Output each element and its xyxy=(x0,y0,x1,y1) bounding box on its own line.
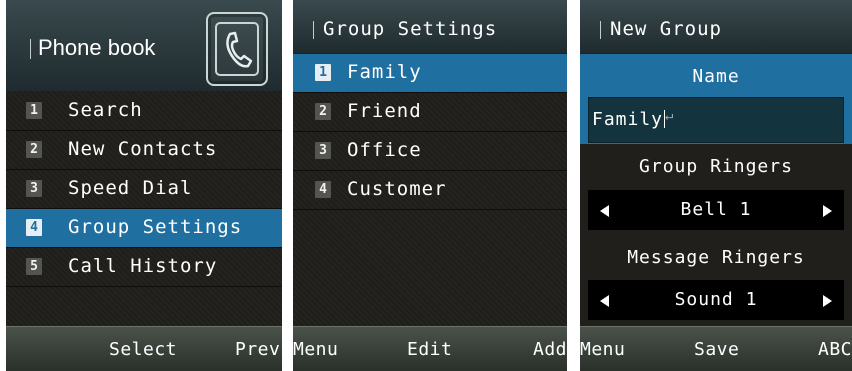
abc-softkey[interactable]: ABC xyxy=(818,339,852,360)
item-number: 4 xyxy=(315,181,331,198)
add-softkey[interactable]: Add xyxy=(533,339,567,360)
new-group-header: New Group xyxy=(580,0,852,53)
item-label: Family xyxy=(347,61,422,83)
edit-softkey[interactable]: Edit xyxy=(407,339,452,360)
menu-softkey[interactable]: Menu xyxy=(580,339,625,360)
menu-item-search[interactable]: 1 Search xyxy=(6,92,282,131)
group-ringer-value: Bell 1 xyxy=(680,199,752,220)
item-label: Friend xyxy=(347,100,422,122)
phone-contact-icon xyxy=(206,12,268,86)
softkey-bar: Select Prev xyxy=(6,326,282,371)
empty-row xyxy=(6,287,282,325)
item-label: Call History xyxy=(68,255,218,277)
item-label: Speed Dial xyxy=(68,177,193,199)
item-number: 1 xyxy=(26,102,42,119)
message-ringers-label: Message Ringers xyxy=(627,247,805,268)
select-softkey[interactable]: Select xyxy=(109,339,177,360)
item-number: 3 xyxy=(26,180,42,197)
group-ringer-selector[interactable]: Bell 1 xyxy=(588,190,844,230)
item-number: 2 xyxy=(315,103,331,120)
prev-softkey[interactable]: Prev xyxy=(235,339,280,360)
item-number: 3 xyxy=(315,142,331,159)
group-item-friend[interactable]: 2 Friend xyxy=(293,93,567,132)
group-settings-title: Group Settings xyxy=(312,18,498,40)
name-input[interactable]: Family ↵ xyxy=(588,97,844,143)
phonebook-title: Phone book xyxy=(29,35,156,60)
name-value: Family xyxy=(592,109,666,130)
group-settings-screen: Group Settings 1 Family 2 Friend 3 Offic… xyxy=(293,0,567,371)
menu-item-group-settings[interactable]: 4 Group Settings xyxy=(6,209,282,248)
item-label: Office xyxy=(347,139,422,161)
menu-softkey[interactable]: Menu xyxy=(293,339,338,360)
item-label: Group Settings xyxy=(68,216,243,238)
name-label: Name xyxy=(692,66,740,87)
item-number: 4 xyxy=(26,219,42,236)
item-number: 1 xyxy=(315,64,331,81)
group-ringers-label: Group Ringers xyxy=(639,156,793,177)
softkey-bar: Menu Edit Add xyxy=(293,326,567,371)
menu-item-speed-dial[interactable]: 3 Speed Dial xyxy=(6,170,282,209)
group-settings-header: Group Settings xyxy=(293,0,567,53)
phonebook-header: Phone book xyxy=(6,0,282,91)
new-group-screen: New Group Name Family ↵ Group Ringers Be… xyxy=(580,0,852,371)
item-label: Customer xyxy=(347,178,447,200)
group-item-customer[interactable]: 4 Customer xyxy=(293,171,567,210)
item-number: 5 xyxy=(26,258,42,275)
menu-item-new-contacts[interactable]: 2 New Contacts xyxy=(6,131,282,170)
item-number: 2 xyxy=(26,141,42,158)
save-softkey[interactable]: Save xyxy=(694,339,739,360)
group-item-office[interactable]: 3 Office xyxy=(293,132,567,171)
group-item-family[interactable]: 1 Family xyxy=(293,54,567,93)
ringer-panel: Group Ringers Bell 1 Message Ringers Sou… xyxy=(580,144,852,327)
arrow-right-icon[interactable] xyxy=(823,295,832,307)
enter-icon: ↵ xyxy=(665,108,674,124)
message-ringer-value: Sound 1 xyxy=(674,289,758,310)
arrow-right-icon[interactable] xyxy=(823,205,832,217)
new-group-title: New Group xyxy=(600,18,722,40)
item-label: New Contacts xyxy=(68,138,218,160)
softkey-bar: Menu Save ABC xyxy=(580,326,852,371)
menu-item-call-history[interactable]: 5 Call History xyxy=(6,248,282,287)
phonebook-screen: Phone book 1 Search 2 New Contacts 3 Spe… xyxy=(6,0,282,371)
message-ringer-selector[interactable]: Sound 1 xyxy=(588,280,844,320)
item-label: Search xyxy=(68,99,143,121)
